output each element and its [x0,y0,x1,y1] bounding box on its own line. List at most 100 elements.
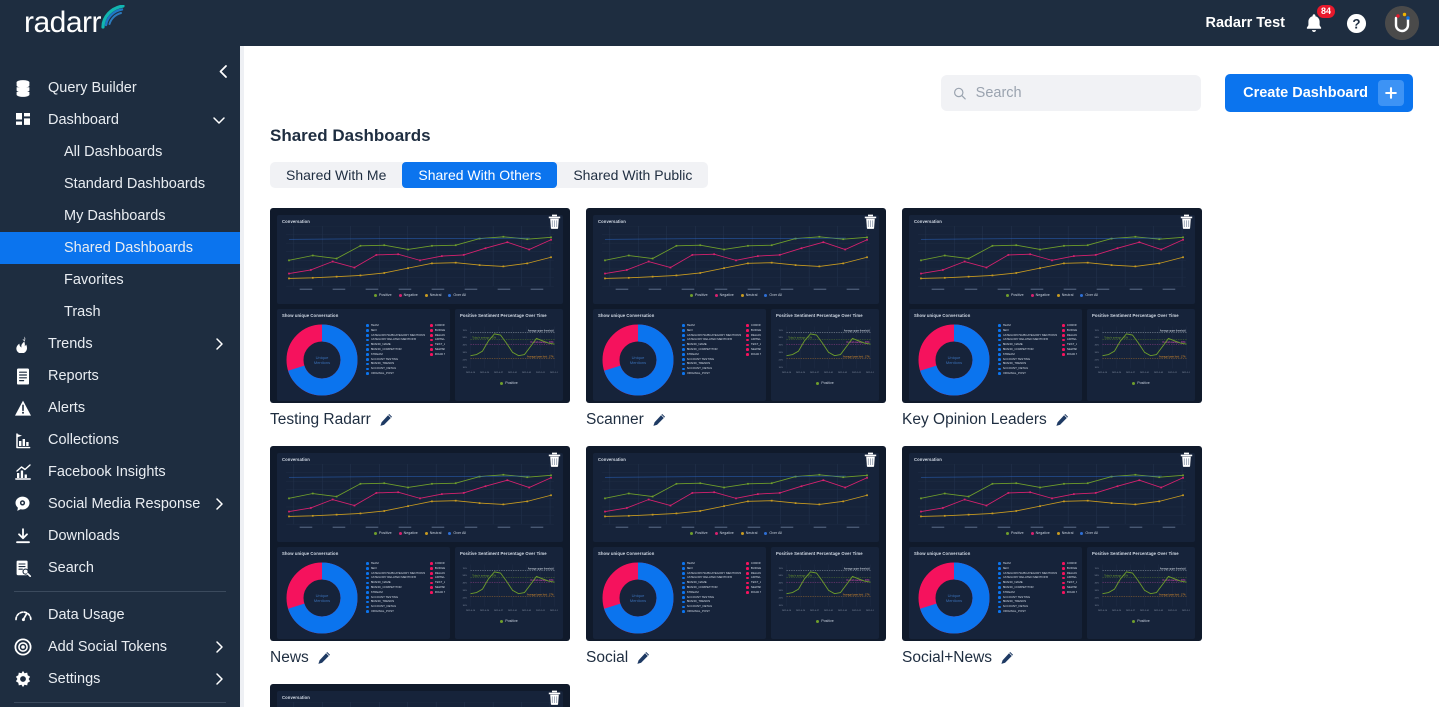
dashboard-card-scanner: Conversation Positive Negative Neutral Over … [586,208,886,429]
sidebar-item-my-dashboards[interactable]: My Dashboards [0,200,240,232]
trash-icon[interactable] [862,213,879,230]
sidebar-item-trash[interactable]: Trash [0,296,240,328]
trash-icon[interactable] [546,451,563,468]
chevron-down-icon [213,117,225,124]
search-document-icon-wrap [14,558,38,578]
dashboard-expand-chevron[interactable] [212,113,226,127]
sidebar-item-standard-dashboards[interactable]: Standard Dashboards [0,168,240,200]
dashboard-thumbnail[interactable]: ConversationPositiveNegativeNeutralOver … [902,446,1202,641]
sidebar-item-dashboard[interactable]: Dashboard [0,104,240,136]
delete-dashboard-button[interactable] [862,213,879,230]
sidebar-item-downloads[interactable]: Downloads [0,520,240,552]
tab-shared-with-me[interactable]: Shared With Me [270,162,402,188]
dashboard-thumbnail[interactable]: ConversationPositiveNegativeNeutralOver … [586,208,886,403]
delete-dashboard-button[interactable] [1178,451,1195,468]
dashboard-thumbnail[interactable]: ConversationPositiveNegativeNeutralOver … [586,446,886,641]
sidebar-item-facebook-insights[interactable]: Facebook Insights [0,456,240,488]
legend-label: ACCOUNT_DETAIL [686,367,713,371]
edit-dashboard-button[interactable] [379,413,393,427]
dashboard-thumbnail[interactable]: ConversationPositiveNegativeNeutralOver … [270,684,570,707]
legend-label: CORONAVIRUS [434,324,445,327]
legend-item: Over All [448,293,466,297]
trash-icon[interactable] [1178,213,1195,230]
dashboard-thumbnail[interactable]: ConversationPositiveNegativeNeutralOver … [902,208,1202,403]
dashboard-card-news: Conversation Positive Negative Neutral Over … [270,446,570,667]
sidebar-item-reports[interactable]: Reports [0,360,240,392]
pencil-icon[interactable] [652,413,666,427]
mini-donut-panel: Show unique Conversation Unique Mentions TE… [909,309,1082,401]
legend-color-dot [430,586,433,589]
delete-dashboard-button[interactable] [1178,213,1195,230]
edit-dashboard-button[interactable] [317,651,331,665]
create-dashboard-button[interactable]: Create Dashboard [1225,74,1413,112]
trash-icon[interactable] [1178,451,1195,468]
donut-chart: UniqueMentions [602,562,674,634]
legend-color-dot [398,531,402,535]
sidebar-item-settings[interactable]: Settings [0,663,240,695]
add-social-tokens-expand-chevron[interactable] [212,640,226,654]
donut-legend-item: CATEGORY RELATED MENTIONS [366,338,425,342]
tab-shared-with-public[interactable]: Shared With Public [557,162,708,188]
mini-sentiment-panel: Positive Sentiment Percentage Over Time A… [455,309,563,401]
legend-label: BRAND_NAME [1002,581,1023,585]
delete-dashboard-button[interactable] [546,451,563,468]
help-button[interactable]: ? [1343,10,1369,36]
search-input[interactable] [975,85,1190,101]
legend-item: Positive [374,531,392,535]
brand-logo[interactable]: radarr [24,4,125,38]
pencil-icon[interactable] [1000,651,1014,665]
edit-dashboard-button[interactable] [1055,413,1069,427]
sidebar-item-add-social-tokens[interactable]: Add Social Tokens [0,631,240,663]
notifications-button[interactable]: 84 [1301,5,1335,36]
trends-expand-chevron[interactable] [212,337,226,351]
svg-text:Today's average : 42%: Today's average : 42% [788,336,813,339]
avatar[interactable] [1385,6,1419,40]
pencil-icon[interactable] [317,651,331,665]
svg-text:Today's average : 42%: Today's average : 42% [788,574,813,577]
donut-legend-item: SEO [682,567,741,570]
donut-legend-column: CORONAVIRUSBUDGETRELIANCEAIRTELTEST_ACCO… [430,562,445,638]
pencil-icon[interactable] [636,651,650,665]
sidebar-item-alerts[interactable]: Alerts [0,392,240,424]
donut-legend-item: ROAD TO RELIANCE [1062,591,1077,594]
settings-expand-chevron[interactable] [212,672,226,686]
legend-label: Positive [821,619,834,623]
sidebar-item-query-builder[interactable]: Query Builder [0,72,240,104]
legend-label: BRAND_COMPETITOR [1002,585,1034,589]
svg-text:70%: 70% [1095,330,1099,332]
legend-color-dot [1062,576,1065,580]
pencil-icon[interactable] [379,413,393,427]
trash-icon[interactable] [862,451,879,468]
delete-dashboard-button[interactable] [546,689,563,706]
sidebar-item-data-usage[interactable]: Data Usage [0,599,240,631]
dashboard-thumbnail[interactable]: ConversationPositiveNegativeNeutralOver … [270,208,570,403]
sidebar-item-search[interactable]: Search [0,552,240,584]
sidebar-item-social-media-response[interactable]: Social Media Response [0,488,240,520]
download-icon [16,528,30,544]
edit-dashboard-button[interactable] [1000,651,1014,665]
trash-icon[interactable] [546,689,563,706]
sidebar-item-collections[interactable]: Collections [0,424,240,456]
svg-text:46%: 46% [463,583,467,585]
pencil-icon[interactable] [1055,413,1069,427]
delete-dashboard-button[interactable] [862,451,879,468]
legend-color-dot [430,567,433,570]
legend-label: RELIANCE [434,571,445,575]
dashboard-thumbnail[interactable]: ConversationPositiveNegativeNeutralOver … [270,446,570,641]
delete-dashboard-button[interactable] [546,213,563,230]
legend-label: STREAM [370,352,383,356]
legend-color-dot [690,531,694,535]
trash-icon[interactable] [546,213,563,230]
sidebar-item-trends[interactable]: Trends [0,328,240,360]
donut-legend-column: TEAM SEO CATEGORY/SUBCATEGORY MENTIONS CATE… [998,324,1057,400]
sidebar-item-label: Downloads [48,528,120,544]
social-media-response-expand-chevron[interactable] [212,497,226,511]
sidebar-item-shared-dashboards[interactable]: Shared Dashboards [0,232,240,264]
edit-dashboard-button[interactable] [636,651,650,665]
search-box[interactable] [941,75,1202,111]
sidebar-item-favorites[interactable]: Favorites [0,264,240,296]
sidebar-item-all-dashboards[interactable]: All Dashboards [0,136,240,168]
edit-dashboard-button[interactable] [652,413,666,427]
tab-shared-with-others[interactable]: Shared With Others [402,162,558,188]
donut-legend-item: ACCOUNT TESTING [366,358,425,361]
